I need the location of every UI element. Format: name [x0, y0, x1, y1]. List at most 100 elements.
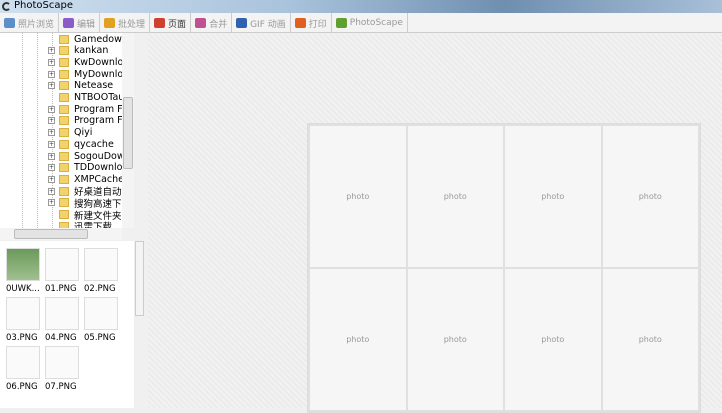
thumbnail-item[interactable]: 07.PNG	[45, 346, 81, 398]
title-bar: PhotoScape	[0, 0, 722, 13]
thumbnail-image[interactable]	[45, 346, 79, 379]
photo-cell[interactable]: photo	[310, 126, 406, 267]
tab-7[interactable]: PhotoScape	[332, 13, 408, 33]
photo-cell[interactable]: photo	[407, 269, 503, 410]
tree-vertical-scrollbar[interactable]	[122, 33, 134, 228]
tab-2[interactable]: 批处理	[100, 13, 151, 33]
folder-tree[interactable]: Gamedownl + kankan + KwDownloa + MyDownloa + Net…	[0, 33, 134, 228]
tree-folder-item[interactable]: + Program File	[48, 103, 133, 115]
expand-icon[interactable]: +	[48, 187, 55, 195]
tab-label: 打印	[308, 19, 327, 30]
folder-label: Qiyi	[74, 127, 93, 139]
app-logo-icon	[2, 2, 11, 11]
tab-label: 编辑	[77, 19, 96, 30]
expand-icon[interactable]: +	[48, 105, 55, 113]
scroll-thumb[interactable]	[14, 229, 88, 239]
folder-icon	[59, 128, 69, 138]
folder-label: qycache	[74, 138, 114, 150]
thumbnail-item[interactable]: 02.PNG	[84, 248, 120, 300]
expand-icon[interactable]: +	[48, 175, 55, 183]
folder-label: kankan	[74, 45, 109, 57]
expand-icon[interactable]: +	[48, 140, 55, 148]
thumbnail-image[interactable]	[84, 297, 118, 330]
tab-5[interactable]: GIF 动画	[232, 13, 291, 33]
tab-icon	[236, 18, 248, 28]
tree-folder-item[interactable]: + kankan	[48, 45, 108, 57]
thumbnail-label: 01.PNG	[45, 284, 77, 294]
tree-folder-item[interactable]: + SogouDown	[48, 150, 131, 162]
tab-icon	[4, 18, 15, 28]
tab-0[interactable]: 照片浏览	[0, 13, 60, 33]
thumbnail-label: 06.PNG	[6, 382, 38, 392]
tree-folder-item[interactable]: + Program File	[48, 115, 133, 127]
expand-icon[interactable]: +	[48, 129, 55, 137]
tab-6[interactable]: 打印	[291, 13, 332, 33]
tab-label: GIF 动画	[250, 19, 286, 30]
photo-cell[interactable]: photo	[407, 126, 503, 267]
thumbnail-label: 05.PNG	[84, 333, 116, 343]
panel-splitter[interactable]	[135, 241, 144, 316]
photo-cell[interactable]: photo	[602, 126, 698, 267]
thumbnail-image[interactable]	[6, 297, 40, 330]
tab-label: PhotoScape	[349, 18, 403, 28]
folder-label: 迅雷下载	[74, 222, 113, 228]
folder-icon	[59, 46, 69, 56]
expand-icon[interactable]: +	[48, 70, 55, 78]
tab-3[interactable]: 页面	[150, 13, 192, 33]
photo-cell[interactable]: photo	[505, 126, 601, 267]
tree-folder-item[interactable]: + MyDownloa	[48, 68, 129, 80]
expand-icon[interactable]: +	[48, 164, 55, 172]
thumbnail-item[interactable]: 03.PNG	[6, 297, 42, 349]
thumbnail-item[interactable]: 04.PNG	[45, 297, 81, 349]
tab-1[interactable]: 编辑	[59, 13, 101, 33]
folder-icon	[59, 163, 69, 173]
thumbnail-item[interactable]: 0UWK...	[6, 248, 42, 300]
tree-folder-item[interactable]: + Netease	[48, 80, 113, 92]
thumbnail-image[interactable]	[45, 248, 79, 281]
expand-icon[interactable]: +	[48, 82, 55, 90]
photo-cell[interactable]: photo	[310, 269, 406, 410]
thumbnail-label: 0UWK...	[6, 284, 40, 294]
folder-icon	[59, 210, 69, 219]
folder-label: MyDownloa	[74, 68, 130, 80]
expand-icon[interactable]: +	[48, 199, 55, 207]
thumbnail-item[interactable]: 06.PNG	[6, 346, 42, 398]
folder-label: Netease	[74, 80, 114, 92]
photo-cell[interactable]: photo	[602, 269, 698, 410]
thumbnail-label: 03.PNG	[6, 333, 38, 343]
folder-icon	[59, 186, 69, 196]
thumbnail-label: 04.PNG	[45, 333, 77, 343]
folder-icon	[59, 174, 69, 184]
thumbnail-image[interactable]	[45, 297, 79, 330]
folder-icon	[59, 81, 69, 91]
tree-folder-item[interactable]: Gamedownl	[48, 33, 131, 45]
folder-icon	[59, 116, 69, 126]
tab-icon	[195, 18, 207, 28]
main-tabs: 照片浏览 编辑 批处理 页面 合并 GIF 动画 打印 PhotoScape	[0, 13, 722, 33]
tab-icon	[154, 18, 166, 28]
tree-horizontal-scrollbar[interactable]	[0, 228, 122, 240]
tree-folder-item[interactable]: 迅雷下载	[48, 220, 112, 228]
thumbnail-item[interactable]: 05.PNG	[84, 297, 120, 349]
tab-label: 照片浏览	[18, 19, 55, 30]
page-layout: photo photo photo photo photo photo photo photo	[307, 123, 701, 413]
thumbnail-image[interactable]	[84, 248, 118, 281]
expand-icon[interactable]: +	[48, 47, 55, 55]
folder-icon	[59, 93, 69, 102]
expand-icon[interactable]: +	[48, 152, 55, 160]
photo-cell[interactable]: photo	[505, 269, 601, 410]
tree-folder-item[interactable]: + TDDownloa	[48, 162, 128, 174]
tree-folder-item[interactable]: + qycache	[48, 138, 114, 150]
tree-folder-item[interactable]: + Qiyi	[48, 127, 92, 139]
thumbnail-item[interactable]: 01.PNG	[45, 248, 81, 300]
expand-icon[interactable]: +	[48, 117, 55, 125]
scroll-thumb[interactable]	[123, 97, 133, 169]
tree-folder-item[interactable]: + KwDownloa	[48, 56, 129, 68]
thumbnail-image[interactable]	[6, 248, 40, 281]
tab-icon	[104, 18, 116, 28]
tab-4[interactable]: 合并	[191, 13, 233, 33]
expand-icon[interactable]: +	[48, 58, 55, 66]
window-title: PhotoScape	[14, 0, 73, 11]
tree-folder-item[interactable]: NTBOOTaut	[48, 92, 128, 104]
thumbnail-image[interactable]	[6, 346, 40, 379]
